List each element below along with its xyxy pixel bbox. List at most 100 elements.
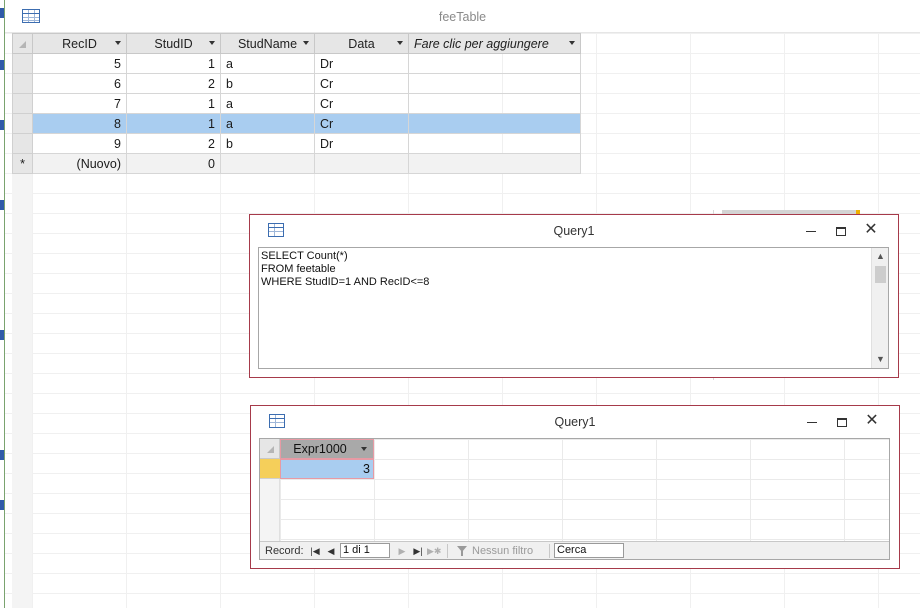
select-all-icon (19, 40, 26, 48)
fee-table-titlebar[interactable]: feeTable (5, 0, 920, 33)
query-result-window: Query1 ✕ Expr1000 3 Record: |◀ ◀ 1 di 1 … (250, 405, 900, 569)
cell-studid-new[interactable]: 0 (126, 153, 221, 174)
chevron-down-icon[interactable] (397, 41, 403, 45)
search-input[interactable]: Cerca (554, 543, 624, 558)
sql-text[interactable]: SELECT Count(*) FROM feetable WHERE StudID… (261, 250, 429, 289)
column-header-recid[interactable]: RecID (32, 33, 127, 54)
edge-mark (0, 500, 4, 510)
cell-data[interactable]: Cr (314, 93, 409, 114)
record-label: Record: (265, 545, 304, 557)
column-header-studname[interactable]: StudName (220, 33, 315, 54)
table-row-selected[interactable]: 8 1 a Cr (12, 113, 581, 134)
column-header-expr1000[interactable]: Expr1000 (280, 439, 374, 459)
query-sql-window: Query1 ✕ SELECT Count(*) FROM feetable WHE… (249, 214, 899, 378)
scroll-down-icon[interactable]: ▼ (872, 351, 889, 368)
edge-mark (0, 60, 4, 70)
column-header-add-field[interactable]: Fare clic per aggiungere (408, 33, 581, 54)
table-row[interactable]: 9 2 b Dr (12, 133, 581, 154)
minimize-button[interactable] (798, 219, 824, 241)
current-record-selector[interactable] (260, 459, 280, 479)
filter-icon (456, 545, 468, 557)
cell-studid[interactable]: 2 (126, 133, 221, 154)
sql-editor[interactable]: SELECT Count(*) FROM feetable WHERE StudID… (258, 247, 889, 369)
cell-recid[interactable]: 5 (32, 53, 127, 74)
divider (549, 544, 550, 558)
edge-mark (0, 120, 4, 130)
cell-studid[interactable]: 1 (126, 113, 221, 134)
query-sql-titlebar[interactable]: Query1 ✕ (250, 215, 898, 247)
cell-studname[interactable]: a (220, 113, 315, 134)
cell-recid[interactable]: 6 (32, 73, 127, 94)
cell-data[interactable]: Cr (314, 73, 409, 94)
cell-add-field[interactable] (408, 113, 581, 134)
edge-mark (0, 450, 4, 460)
sql-line: SELECT Count(*) (261, 250, 348, 262)
cell-recid-new[interactable]: (Nuovo) (32, 153, 127, 174)
column-header-data[interactable]: Data (314, 33, 409, 54)
select-all-corner[interactable] (12, 33, 33, 54)
vertical-scrollbar[interactable]: ▲ ▼ (871, 248, 888, 368)
query-result-titlebar[interactable]: Query1 ✕ (251, 406, 899, 438)
cell-data[interactable]: Dr (314, 133, 409, 154)
cell-studid[interactable]: 1 (126, 93, 221, 114)
next-record-icon[interactable]: ▶ (395, 544, 409, 558)
last-record-icon[interactable]: ▶| (411, 544, 425, 558)
cell-studname[interactable]: b (220, 133, 315, 154)
record-selector[interactable] (12, 73, 33, 94)
new-record-row[interactable]: * (Nuovo) 0 (12, 153, 581, 174)
cell-add-field[interactable] (408, 73, 581, 94)
close-button[interactable]: ✕ (859, 410, 885, 432)
cell-add-field[interactable] (408, 53, 581, 74)
cell-studid[interactable]: 2 (126, 73, 221, 94)
record-selector[interactable] (12, 133, 33, 154)
cell-recid[interactable]: 7 (32, 93, 127, 114)
record-position-input[interactable]: 1 di 1 (340, 543, 390, 558)
maximize-button[interactable] (828, 219, 854, 241)
table-row[interactable]: 5 1 a Dr (12, 53, 581, 74)
column-header-studid[interactable]: StudID (126, 33, 221, 54)
table-row[interactable]: 6 2 b Cr (12, 73, 581, 94)
chevron-down-icon[interactable] (569, 41, 575, 45)
chevron-down-icon[interactable] (361, 447, 367, 451)
minimize-icon (807, 421, 817, 423)
table-row[interactable]: 7 1 a Cr (12, 93, 581, 114)
new-record-marker[interactable]: * (12, 153, 33, 174)
cell-add-field[interactable] (408, 133, 581, 154)
maximize-button[interactable] (829, 410, 855, 432)
record-selector-column (260, 479, 280, 541)
first-record-icon[interactable]: |◀ (308, 544, 322, 558)
record-selector[interactable] (12, 113, 33, 134)
cell-studname-new[interactable] (220, 153, 315, 174)
cell-data-new[interactable] (314, 153, 409, 174)
cell-recid[interactable]: 8 (32, 113, 127, 134)
scroll-up-icon[interactable]: ▲ (872, 248, 889, 265)
record-navigation-bar: Record: |◀ ◀ 1 di 1 ▶ ▶| ▶✱ Nessun filtr… (260, 541, 889, 559)
divider (447, 544, 448, 558)
cell-studname[interactable]: b (220, 73, 315, 94)
cell-studname[interactable]: a (220, 93, 315, 114)
chevron-down-icon[interactable] (209, 41, 215, 45)
chevron-down-icon[interactable] (303, 41, 309, 45)
cell-recid[interactable]: 9 (32, 133, 127, 154)
cell-studname[interactable]: a (220, 53, 315, 74)
edge-mark (0, 200, 4, 210)
prev-record-icon[interactable]: ◀ (324, 544, 338, 558)
record-selector[interactable] (12, 93, 33, 114)
result-value-cell[interactable]: 3 (280, 459, 374, 479)
cell-studid[interactable]: 1 (126, 53, 221, 74)
filter-status[interactable]: Nessun filtro (472, 544, 533, 558)
close-button[interactable]: ✕ (858, 219, 884, 241)
cell-data[interactable]: Dr (314, 53, 409, 74)
sql-line: FROM feetable (261, 263, 336, 275)
edge-mark (0, 8, 4, 18)
chevron-down-icon[interactable] (115, 41, 121, 45)
minimize-button[interactable] (799, 410, 825, 432)
cell-add-field-new[interactable] (408, 153, 581, 174)
cell-add-field[interactable] (408, 93, 581, 114)
select-all-corner[interactable] (260, 439, 280, 459)
maximize-icon (836, 226, 846, 236)
scroll-thumb[interactable] (875, 266, 886, 283)
record-selector[interactable] (12, 53, 33, 74)
new-record-icon[interactable]: ▶✱ (427, 544, 441, 558)
cell-data[interactable]: Cr (314, 113, 409, 134)
